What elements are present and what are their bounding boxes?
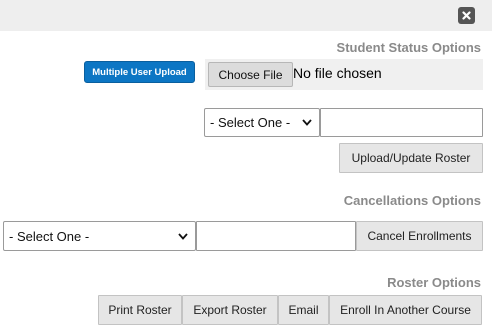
file-status-text: No file chosen xyxy=(293,65,382,81)
chevron-down-icon xyxy=(176,229,190,243)
cancellations-heading: Cancellations Options xyxy=(343,193,481,208)
roster-options-dialog: Student Status Options Multiple User Upl… xyxy=(0,0,492,334)
upload-update-roster-button[interactable]: Upload/Update Roster xyxy=(339,143,483,173)
student-status-select[interactable]: - Select One - xyxy=(204,108,320,137)
cancel-enrollments-button[interactable]: Cancel Enrollments xyxy=(356,221,483,251)
chevron-down-icon xyxy=(300,116,314,130)
file-upload-field: Choose File No file chosen xyxy=(205,59,483,90)
close-x-icon xyxy=(462,11,471,20)
choose-file-button[interactable]: Choose File xyxy=(208,62,293,87)
roster-options-heading: Roster Options xyxy=(387,275,481,290)
cancellations-input[interactable] xyxy=(196,221,356,251)
print-roster-button[interactable]: Print Roster xyxy=(98,295,182,325)
email-button[interactable]: Email xyxy=(278,295,329,325)
cancellations-select[interactable]: - Select One - xyxy=(3,221,196,251)
student-status-input[interactable] xyxy=(320,108,483,137)
export-roster-button[interactable]: Export Roster xyxy=(182,295,278,325)
dialog-titlebar xyxy=(0,0,492,31)
close-button[interactable] xyxy=(458,7,475,24)
student-status-select-value: - Select One - xyxy=(210,115,291,130)
enroll-in-another-course-button[interactable]: Enroll In Another Course xyxy=(329,295,482,325)
student-status-heading: Student Status Options xyxy=(336,40,481,55)
cancellations-select-value: - Select One - xyxy=(9,228,90,244)
multiple-user-upload-button[interactable]: Multiple User Upload xyxy=(84,61,195,83)
